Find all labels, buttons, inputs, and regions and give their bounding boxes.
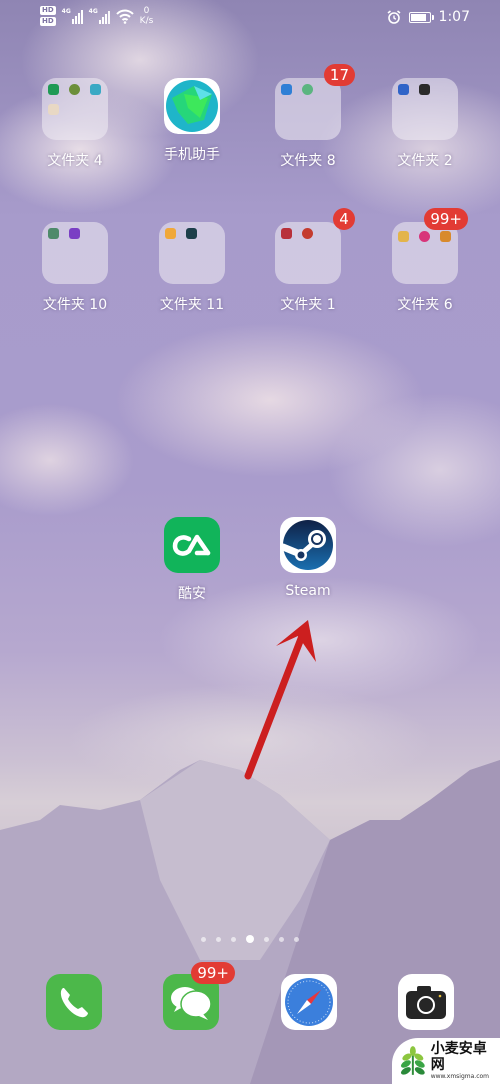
folder-11[interactable]: 文件夹 11: [142, 222, 242, 314]
site-watermark: 小麦安卓网 www.xmsigma.com: [392, 1038, 500, 1084]
folder-tile: [392, 78, 458, 140]
folder-2[interactable]: 文件夹 2: [375, 78, 475, 170]
dock-phone-icon[interactable]: [46, 974, 102, 1030]
page-dot[interactable]: [264, 936, 269, 942]
page-dot[interactable]: [231, 936, 236, 942]
page-dot[interactable]: [201, 936, 206, 942]
page-dot[interactable]: [279, 936, 284, 942]
app-steam[interactable]: Steam: [258, 517, 358, 599]
folder-4[interactable]: 文件夹 4: [25, 78, 125, 170]
dock-messages[interactable]: 99+: [163, 962, 235, 1030]
folder-tile: [42, 78, 108, 140]
hd-voice-indicators: HD HD: [40, 6, 56, 26]
mini-app-icon: [419, 84, 430, 95]
network-speed: 0 K/s: [139, 6, 154, 26]
alarm-icon: [387, 10, 401, 24]
compass-icon[interactable]: [281, 974, 337, 1030]
folder-6[interactable]: 99+ 文件夹 6: [375, 208, 475, 314]
folder-label: 文件夹 2: [397, 153, 453, 169]
mini-app-icon: [281, 228, 292, 239]
folder-8[interactable]: 17 文件夹 8: [258, 64, 358, 170]
watermark-title: 小麦安卓网: [430, 1041, 487, 1073]
folder-1[interactable]: 4 文件夹 1: [258, 208, 358, 314]
mini-app-icon: [186, 228, 197, 239]
hd-icon: HD: [40, 6, 56, 15]
mini-app-icon: [48, 84, 59, 95]
mini-app-icon: [165, 228, 176, 239]
folder-tile: [159, 222, 225, 284]
battery-icon: [408, 11, 434, 23]
wheat-logo-icon: [400, 1046, 425, 1075]
page-dot[interactable]: [216, 936, 221, 942]
status-bar: HD HD 4G 4G 0 K/s 1:07: [0, 0, 500, 36]
clock: 1:07: [438, 9, 470, 25]
folder-tile: 4: [275, 208, 355, 284]
mini-app-icon: [90, 84, 101, 95]
page-indicator[interactable]: [0, 935, 500, 943]
folder-10[interactable]: 文件夹 10: [25, 222, 125, 314]
page-dot[interactable]: [294, 936, 299, 942]
app-label: 手机助手: [164, 147, 220, 163]
camera-icon[interactable]: [398, 974, 454, 1030]
folder-label: 文件夹 4: [47, 153, 103, 169]
folder-label: 文件夹 6: [397, 297, 453, 313]
steam-icon: [280, 517, 336, 573]
folder-tile: 99+: [392, 208, 468, 284]
app-label: Steam: [285, 583, 331, 599]
hd-icon: HD: [40, 17, 56, 26]
folder-tile: 17: [275, 64, 355, 140]
signal-icon: 4G: [89, 8, 110, 24]
app-phone-assistant[interactable]: 手机助手: [142, 78, 242, 164]
folder-label: 文件夹 10: [42, 297, 108, 313]
folder-label: 文件夹 8: [280, 153, 336, 169]
mini-app-icon: [69, 84, 80, 95]
folder-tile: [42, 222, 108, 284]
page-dot-active[interactable]: [246, 935, 254, 943]
folder-label: 文件夹 1: [280, 297, 336, 313]
notification-badge: 99+: [191, 962, 235, 984]
mini-app-icon: [302, 228, 313, 239]
coolapk-icon: [164, 517, 220, 573]
folder-label: 文件夹 11: [159, 297, 225, 313]
mini-app-icon: [398, 84, 409, 95]
mini-app-icon: [48, 228, 59, 239]
notification-badge: 17: [323, 64, 355, 86]
mini-app-icon: [302, 84, 313, 95]
wifi-icon: [115, 9, 134, 24]
mini-app-icon: [440, 231, 451, 242]
mini-app-icon: [281, 84, 292, 95]
app-label: 酷安: [178, 586, 206, 602]
app-coolapk[interactable]: 酷安: [142, 517, 242, 603]
phone-assistant-icon: [164, 78, 220, 134]
notification-badge: 4: [333, 208, 355, 230]
mini-app-icon: [419, 231, 430, 242]
watermark-url: www.xmsigma.com: [430, 1073, 490, 1080]
notification-badge: 99+: [424, 208, 468, 230]
mini-app-icon: [48, 104, 59, 115]
mini-app-icon: [398, 231, 409, 242]
wallpaper-mountains: [0, 760, 500, 1084]
signal-icon: 4G: [62, 8, 83, 24]
mini-app-icon: [69, 228, 80, 239]
